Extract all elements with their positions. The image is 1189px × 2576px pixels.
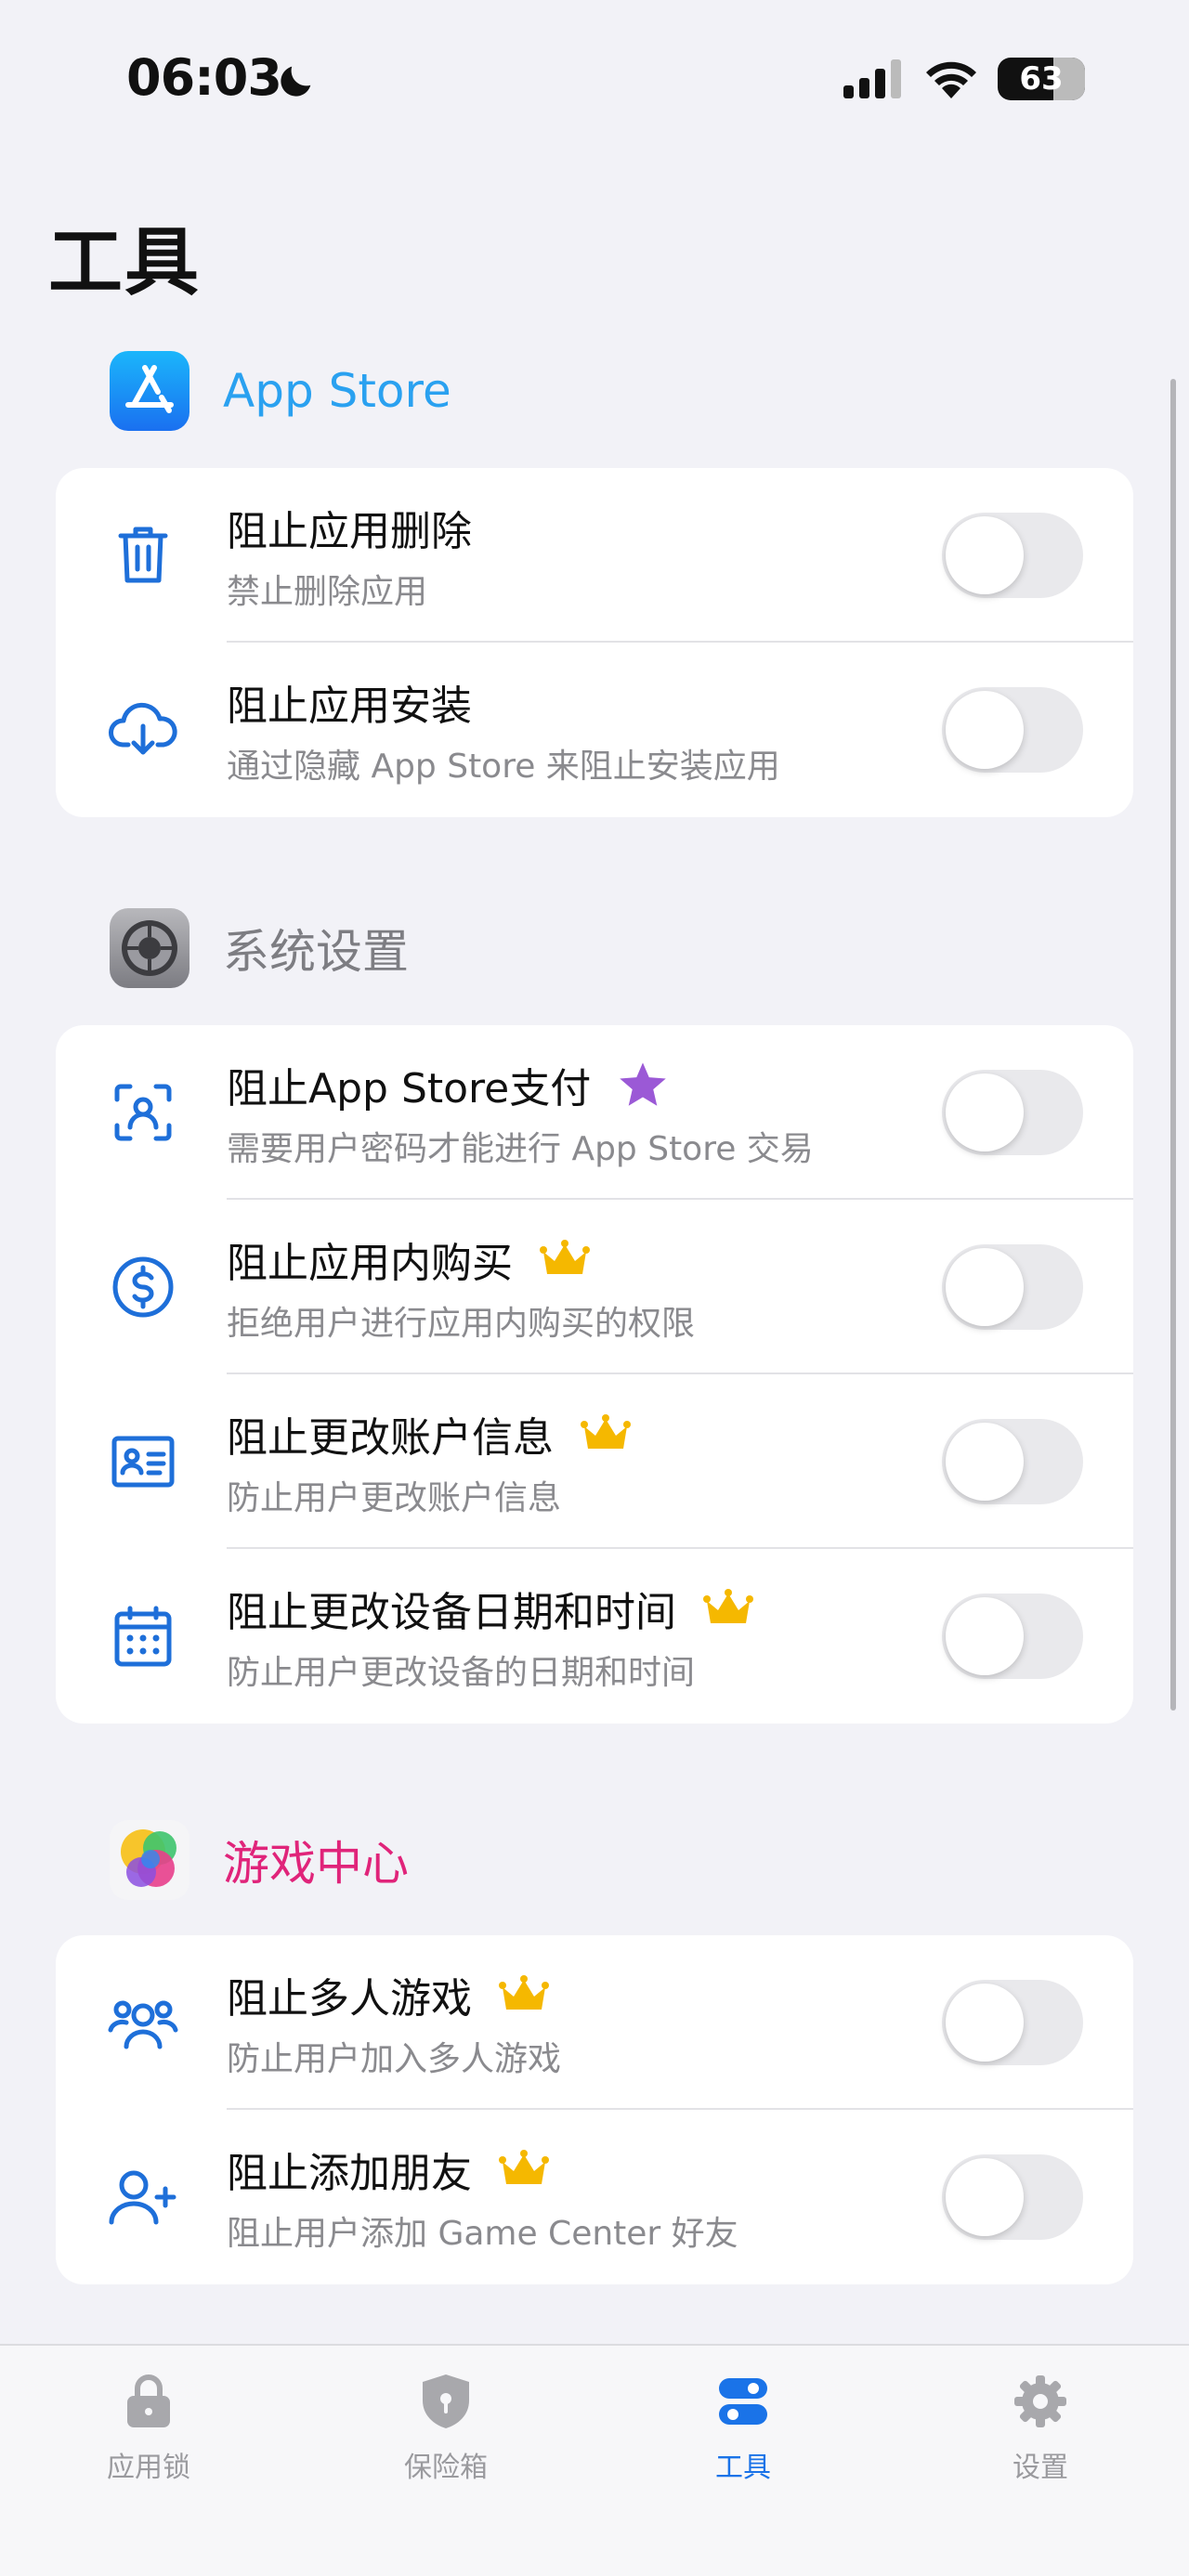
tab-label: 设置 — [1013, 2452, 1068, 2484]
block-app-install-toggle[interactable] — [942, 687, 1083, 773]
row-title: 阻止App Store支付 — [227, 1065, 592, 1112]
status-bar: 06:03 63 — [0, 0, 1189, 158]
row-subtitle: 防止用户更改账户信息 — [227, 1479, 562, 1517]
block-add-friends-toggle[interactable] — [942, 2154, 1083, 2240]
page-title: 工具 — [48, 219, 201, 306]
star-icon — [617, 1059, 669, 1111]
add-user-icon — [108, 2162, 178, 2232]
gear-icon — [1011, 2372, 1070, 2431]
row-title: 阻止更改设备日期和时间 — [227, 1589, 676, 1636]
row-block-app-store-payment: 阻止App Store支付 需要用户密码才能进行 App Store 交易 — [56, 1025, 1133, 1200]
block-account-change-toggle[interactable] — [942, 1419, 1083, 1504]
block-in-app-purchase-toggle[interactable] — [942, 1244, 1083, 1330]
tab-app-lock[interactable]: 应用锁 — [56, 2372, 242, 2485]
lock-icon — [119, 2372, 178, 2431]
row-subtitle: 拒绝用户进行应用内购买的权限 — [227, 1305, 696, 1343]
tab-label: 应用锁 — [107, 2452, 190, 2484]
block-app-delete-toggle[interactable] — [942, 513, 1083, 598]
battery-indicator: 63 — [998, 58, 1085, 100]
row-title: 阻止多人游戏 — [227, 1975, 472, 2023]
row-title: 阻止应用内购买 — [227, 1240, 513, 1287]
row-title: 阻止更改账户信息 — [227, 1414, 554, 1462]
crown-icon — [580, 1408, 632, 1460]
row-block-app-install: 阻止应用安装 通过隐藏 App Store 来阻止安装应用 — [56, 643, 1133, 817]
row-subtitle: 阻止用户添加 Game Center 好友 — [227, 2215, 738, 2253]
tab-tools[interactable]: 工具 — [650, 2372, 836, 2485]
settings-gear-icon — [110, 908, 189, 988]
row-block-app-delete: 阻止应用删除 禁止删除应用 — [56, 468, 1133, 643]
tab-vault[interactable]: 保险箱 — [353, 2372, 539, 2485]
tab-bar: 应用锁 保险箱 工具 设置 — [0, 2344, 1189, 2576]
section-title-game-center: 游戏中心 — [223, 1837, 409, 1891]
card-system-settings: 阻止App Store支付 需要用户密码才能进行 App Store 交易 阻止… — [56, 1025, 1133, 1724]
crown-icon — [498, 1969, 550, 2021]
card-app-store: 阻止应用删除 禁止删除应用 阻止应用安装 通过隐藏 App Store 来阻止安… — [56, 468, 1133, 817]
cloud-download-icon — [108, 695, 178, 765]
row-subtitle: 防止用户更改设备的日期和时间 — [227, 1654, 696, 1692]
row-block-account-change: 阻止更改账户信息 防止用户更改账户信息 — [56, 1374, 1133, 1549]
face-id-icon — [108, 1077, 178, 1148]
section-header-game-center: 游戏中心 — [110, 1820, 409, 1900]
id-card-icon — [108, 1426, 178, 1497]
status-time: 06:03 — [126, 48, 282, 107]
cellular-signal-icon — [843, 59, 901, 98]
card-game-center: 阻止多人游戏 防止用户加入多人游戏 阻止添加朋友 阻止用户添加 Game Cen… — [56, 1935, 1133, 2284]
section-header-app-store: App Store — [110, 351, 451, 431]
row-title: 阻止应用删除 — [227, 508, 472, 555]
app-store-icon — [110, 351, 189, 431]
block-multiplayer-toggle[interactable] — [942, 1980, 1083, 2065]
users-icon — [108, 1987, 178, 2058]
shield-icon — [416, 2372, 476, 2431]
row-subtitle: 禁止删除应用 — [227, 573, 428, 611]
dollar-circle-icon — [108, 1252, 178, 1322]
game-center-icon — [110, 1820, 189, 1900]
row-subtitle: 需要用户密码才能进行 App Store 交易 — [227, 1130, 814, 1168]
row-subtitle: 防止用户加入多人游戏 — [227, 2040, 562, 2078]
block-date-time-change-toggle[interactable] — [942, 1594, 1083, 1679]
section-header-system-settings: 系统设置 — [110, 908, 409, 988]
tab-label: 保险箱 — [404, 2452, 488, 2484]
row-block-multiplayer: 阻止多人游戏 防止用户加入多人游戏 — [56, 1935, 1133, 2110]
section-title-system-settings: 系统设置 — [223, 925, 409, 979]
block-app-store-payment-toggle[interactable] — [942, 1070, 1083, 1155]
crown-icon — [539, 1233, 591, 1285]
wifi-icon — [926, 61, 976, 98]
crown-icon — [498, 2143, 550, 2195]
crown-icon — [702, 1582, 754, 1634]
tab-settings[interactable]: 设置 — [947, 2372, 1133, 2485]
tools-icon — [713, 2372, 773, 2431]
row-title: 阻止应用安装 — [227, 683, 472, 730]
row-block-date-time-change: 阻止更改设备日期和时间 防止用户更改设备的日期和时间 — [56, 1549, 1133, 1724]
row-block-add-friends: 阻止添加朋友 阻止用户添加 Game Center 好友 — [56, 2110, 1133, 2284]
calendar-icon — [108, 1601, 178, 1672]
moon-icon — [281, 66, 311, 97]
trash-icon — [108, 520, 178, 591]
tab-label: 工具 — [715, 2452, 771, 2484]
row-title: 阻止添加朋友 — [227, 2150, 472, 2197]
scrollbar[interactable] — [1170, 379, 1176, 1711]
battery-tip — [1079, 71, 1085, 87]
battery-percent: 63 — [1019, 60, 1064, 98]
section-title-app-store: App Store — [223, 364, 451, 418]
row-block-in-app-purchase: 阻止应用内购买 拒绝用户进行应用内购买的权限 — [56, 1200, 1133, 1374]
row-subtitle: 通过隐藏 App Store 来阻止安装应用 — [227, 748, 780, 786]
